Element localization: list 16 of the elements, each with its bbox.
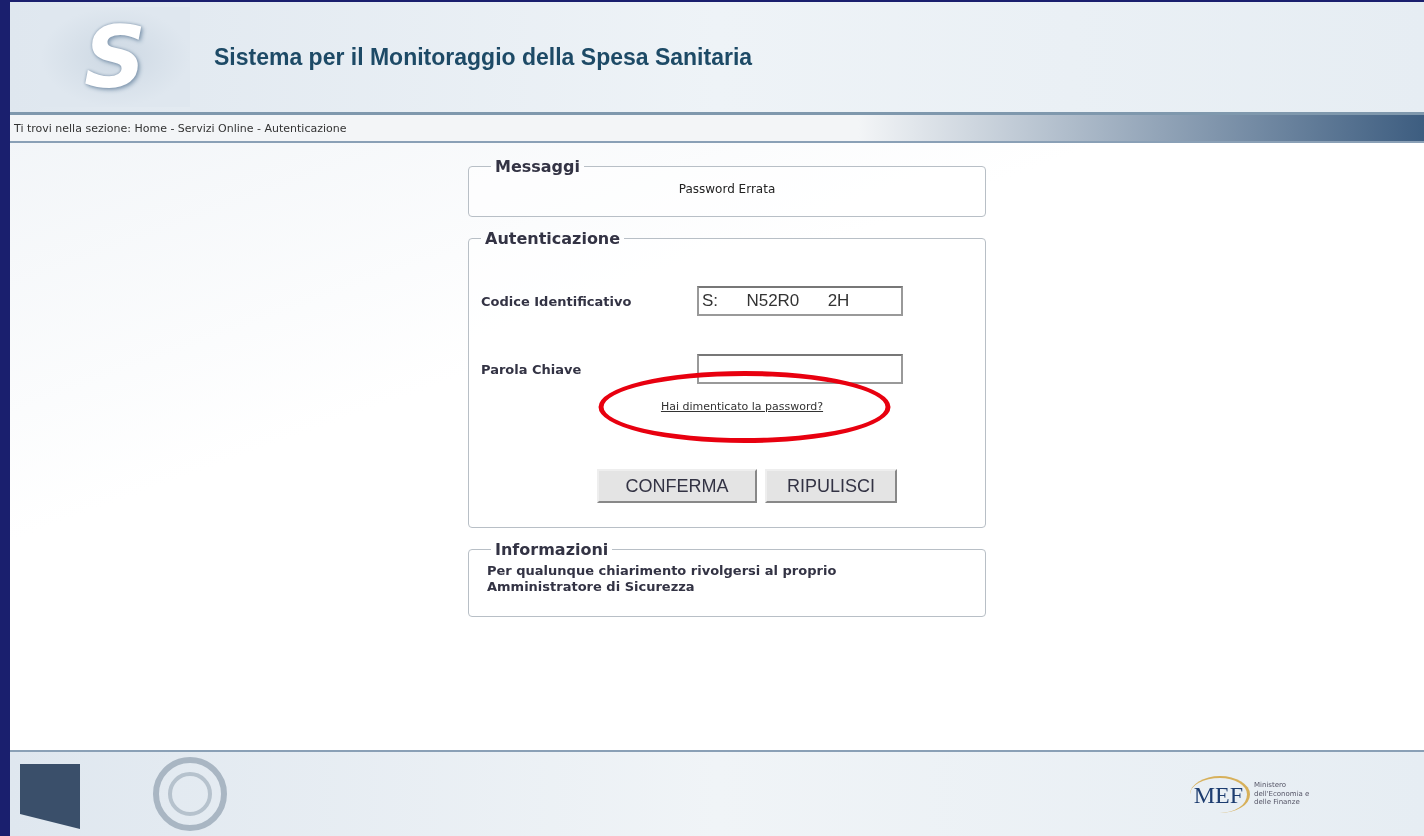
panel-legend: Messaggi	[491, 157, 584, 176]
field-label: Codice Identificativo	[481, 293, 632, 309]
input-field[interactable]	[697, 354, 903, 384]
input-field[interactable]: S: N52R0 2H	[697, 286, 903, 316]
logo-letter: S	[84, 7, 146, 107]
panel-legend: Autenticazione	[481, 229, 625, 248]
error-message: Password Errata	[677, 182, 777, 196]
panel-legend: Informazioni	[491, 540, 613, 559]
forgot-password-link[interactable]: Hai dimenticato la password?	[660, 400, 824, 413]
form-button[interactable]: CONFERMA	[597, 469, 757, 503]
form-button[interactable]: RIPULISCI	[765, 469, 897, 503]
field-label: Parola Chiave	[481, 361, 582, 377]
site-title: Sistema per il Monitoraggio della Spesa Sanitaria	[214, 43, 753, 71]
breadcrumb: Ti trovi nella sezione: Home - Servizi Online - Autenticazione	[14, 121, 347, 135]
mef-logo: MEF	[1189, 775, 1250, 813]
info-text: Per qualunque chiarimento rivolgersi al proprio Amministratore di Sicurezza	[487, 563, 838, 596]
